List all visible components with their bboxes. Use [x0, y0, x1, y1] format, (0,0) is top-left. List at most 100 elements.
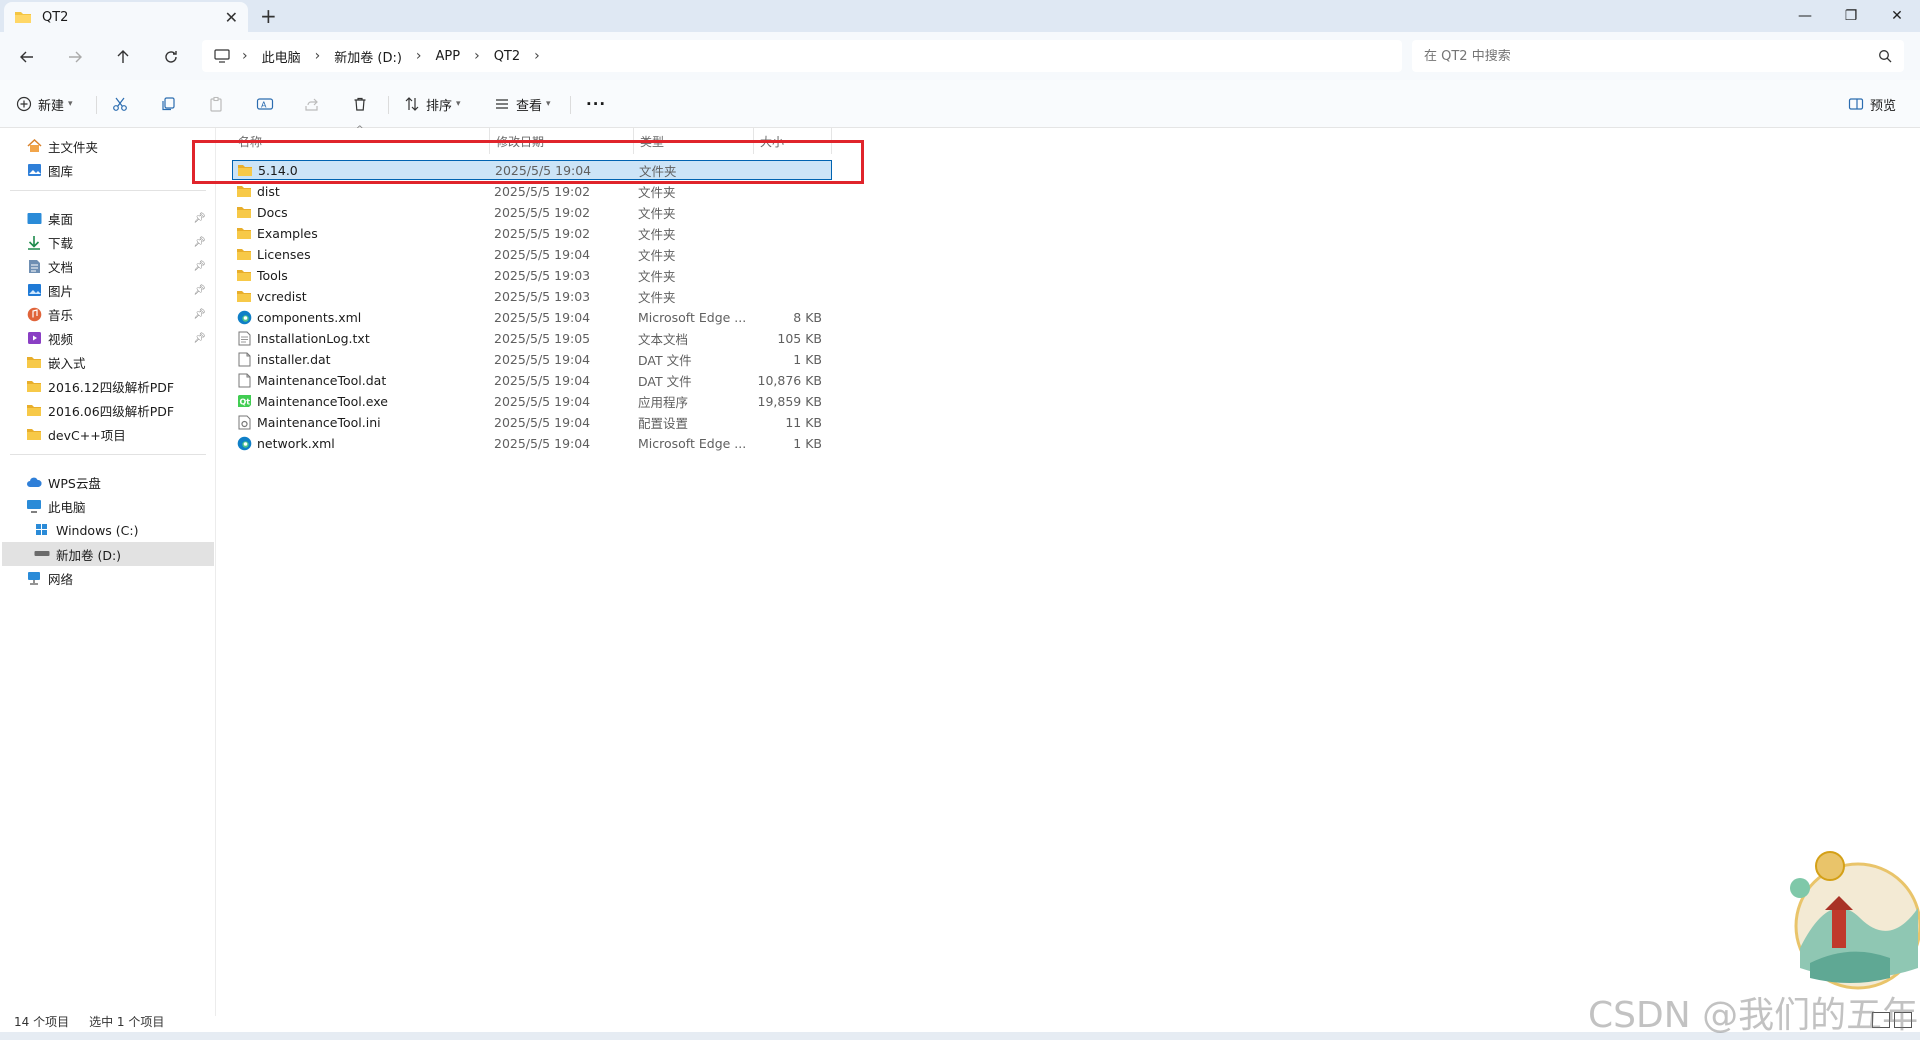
view-button[interactable]: 查看 ▾ — [494, 90, 551, 118]
watermark: CSDN @我们的五年 — [1588, 995, 1919, 1036]
copy-icon — [162, 97, 175, 111]
file-name-cell: components.xml — [232, 309, 490, 325]
drive-icon — [34, 546, 50, 562]
table-row[interactable]: installer.dat 2025/5/5 19:04 DAT 文件 1 KB — [232, 349, 832, 369]
sidebar-item-cet4-201612[interactable]: 2016.12四级解析PDF — [2, 374, 214, 398]
back-button[interactable] — [10, 40, 44, 74]
share-button[interactable] — [304, 90, 326, 118]
sidebar-item-home[interactable]: 主文件夹 — [2, 134, 214, 158]
breadcrumb-this-pc[interactable]: 此电脑 — [262, 47, 301, 66]
table-row[interactable]: InstallationLog.txt 2025/5/5 19:05 文本文档 105… — [232, 328, 832, 348]
pin-icon[interactable]: 📌︎ — [193, 261, 206, 272]
navigation-pane: 主文件夹 图库 桌面 📌︎ 下载 📌︎ 文档 📌︎ 图片 📌︎ 音乐 📌︎ 视频… — [0, 128, 216, 1016]
table-row[interactable]: Licenses 2025/5/5 19:04 文件夹 — [232, 244, 832, 264]
breadcrumb-qt2[interactable]: QT2 — [494, 49, 520, 64]
sidebar-item-documents[interactable]: 文档 📌︎ — [2, 254, 214, 278]
table-row[interactable]: MaintenanceTool.ini 2025/5/5 19:04 配置设置 11 … — [232, 412, 832, 432]
file-date: 2025/5/5 19:04 — [494, 372, 591, 388]
rename-button[interactable]: A — [256, 90, 280, 118]
file-icon — [236, 351, 252, 367]
sidebar-item-label: Windows (C:) — [56, 522, 139, 538]
chevron-right-icon[interactable]: › — [242, 48, 248, 64]
file-name-cell: MaintenanceTool.dat — [232, 372, 490, 388]
paste-button[interactable] — [208, 90, 230, 118]
table-row[interactable]: Examples 2025/5/5 19:02 文件夹 — [232, 223, 832, 243]
file-type: 文件夹 — [638, 205, 676, 221]
sidebar-item-drive-d[interactable]: 新加卷 (D:) — [2, 542, 214, 566]
sidebar-item-this-pc[interactable]: 此电脑 — [2, 494, 214, 518]
chevron-right-icon[interactable]: › — [315, 48, 321, 64]
preview-button[interactable]: 预览 — [1848, 90, 1896, 118]
new-tab-button[interactable]: + — [260, 4, 277, 28]
file-size: 1 KB — [793, 435, 822, 451]
sidebar-item-devcpp[interactable]: devC++项目 — [2, 422, 214, 446]
sidebar-item-music[interactable]: 音乐 📌︎ — [2, 302, 214, 326]
restore-button[interactable]: ❐ — [1828, 0, 1874, 32]
table-row[interactable]: dist 2025/5/5 19:02 文件夹 — [232, 181, 832, 201]
sidebar-item-cet4-201606[interactable]: 2016.06四级解析PDF — [2, 398, 214, 422]
table-row[interactable]: MaintenanceTool.dat 2025/5/5 19:04 DAT 文件 1… — [232, 370, 832, 390]
file-date: 2025/5/5 19:04 — [494, 414, 591, 430]
delete-button[interactable] — [352, 90, 374, 118]
chevron-down-icon: ▾ — [456, 99, 461, 109]
address-bar[interactable]: › 此电脑 › 新加卷 (D:) › APP › QT2 › — [202, 40, 1402, 72]
sidebar-item-wps-cloud[interactable]: WPS云盘 — [2, 470, 214, 494]
breadcrumb-app[interactable]: APP — [436, 49, 461, 64]
search-box[interactable] — [1412, 40, 1904, 72]
file-name: Examples — [257, 225, 318, 241]
minimize-button[interactable]: — — [1782, 0, 1828, 32]
table-row[interactable]: network.xml 2025/5/5 19:04 Microsoft Edge … — [232, 433, 832, 453]
refresh-button[interactable] — [154, 40, 188, 74]
pin-icon[interactable]: 📌︎ — [193, 213, 206, 224]
forward-button[interactable] — [58, 40, 92, 74]
sidebar-item-embedded[interactable]: 嵌入式 — [2, 350, 214, 374]
sidebar-item-label: 音乐 — [48, 307, 74, 323]
pin-icon[interactable]: 📌︎ — [193, 237, 206, 248]
file-type: 文件夹 — [638, 226, 676, 242]
tab-close-icon[interactable]: ✕ — [225, 8, 238, 27]
file-name-cell: Qt MaintenanceTool.exe — [232, 393, 490, 409]
sidebar-item-pictures[interactable]: 图片 📌︎ — [2, 278, 214, 302]
sidebar-item-desktop[interactable]: 桌面 📌︎ — [2, 206, 214, 230]
chevron-right-icon[interactable]: › — [534, 48, 540, 64]
folder-icon — [14, 10, 32, 24]
file-type: 应用程序 — [638, 394, 689, 410]
sidebar-item-downloads[interactable]: 下载 📌︎ — [2, 230, 214, 254]
chevron-right-icon[interactable]: › — [474, 48, 480, 64]
table-row[interactable]: Docs 2025/5/5 19:02 文件夹 — [232, 202, 832, 222]
cut-button[interactable] — [112, 90, 134, 118]
command-bar: 新建 ▾ A 排序 ▾ 查看 ▾ ··· 预览 — [0, 80, 1920, 128]
sidebar-item-network[interactable]: 网络 — [2, 566, 214, 590]
sort-button[interactable]: 排序 ▾ — [404, 90, 461, 118]
sidebar-item-videos[interactable]: 视频 📌︎ — [2, 326, 214, 350]
file-size: 105 KB — [777, 330, 822, 346]
toolbar-divider — [570, 96, 571, 114]
table-row[interactable]: Tools 2025/5/5 19:03 文件夹 — [232, 265, 832, 285]
pin-icon[interactable]: 📌︎ — [193, 333, 206, 344]
pin-icon[interactable]: 📌︎ — [193, 285, 206, 296]
folder-icon — [236, 183, 252, 199]
file-type: DAT 文件 — [638, 373, 692, 389]
tab-qt2[interactable]: QT2 ✕ — [4, 2, 248, 32]
rename-icon: A — [256, 98, 274, 110]
table-row[interactable]: Qt MaintenanceTool.exe 2025/5/5 19:04 应用程序 1… — [232, 391, 832, 411]
close-window-button[interactable]: ✕ — [1874, 0, 1920, 32]
breadcrumb-drive-d[interactable]: 新加卷 (D:) — [334, 47, 402, 66]
search-icon[interactable] — [1878, 49, 1892, 63]
more-options-button[interactable]: ··· — [586, 90, 606, 118]
chevron-right-icon[interactable]: › — [416, 48, 422, 64]
table-row[interactable]: vcredist 2025/5/5 19:03 文件夹 — [232, 286, 832, 306]
sidebar-item-gallery[interactable]: 图库 — [2, 158, 214, 182]
new-button[interactable]: 新建 ▾ — [16, 90, 73, 118]
up-button[interactable] — [106, 40, 140, 74]
file-type: 文件夹 — [638, 184, 676, 200]
sidebar-item-label: WPS云盘 — [48, 475, 101, 491]
pin-icon[interactable]: 📌︎ — [193, 309, 206, 320]
table-row[interactable]: components.xml 2025/5/5 19:04 Microsoft Ed… — [232, 307, 832, 327]
search-input[interactable] — [1424, 48, 1878, 64]
file-name-cell: Docs — [232, 204, 490, 220]
file-date: 2025/5/5 19:04 — [494, 393, 591, 409]
copy-button[interactable] — [160, 90, 182, 118]
sidebar-item-drive-c[interactable]: Windows (C:) — [2, 518, 214, 542]
plus-circle-icon — [16, 96, 32, 112]
